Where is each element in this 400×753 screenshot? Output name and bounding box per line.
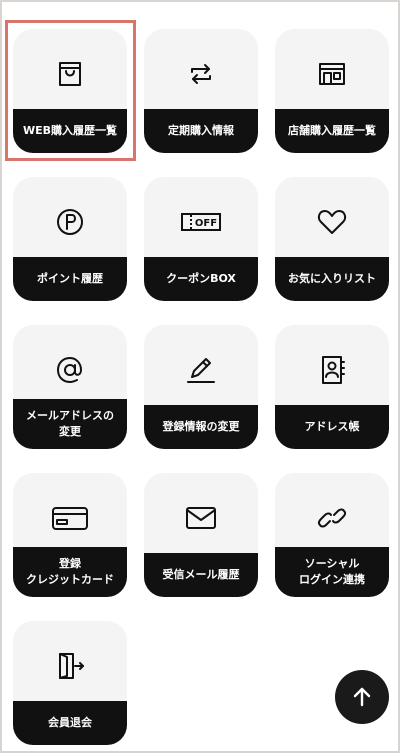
- menu-tile-change-email[interactable]: メールアドレスの 変更: [13, 325, 127, 449]
- menu-tile-label: 受信メール履歴: [144, 553, 258, 597]
- menu-tile-address-book[interactable]: アドレス帳: [275, 325, 389, 449]
- menu-tile-point-history[interactable]: ポイント履歴: [13, 177, 127, 301]
- menu-tile-label: 登録 クレジットカード: [13, 547, 127, 597]
- address-book-icon: [275, 353, 389, 387]
- mypage-menu-grid: WEB購入履歴一覧 定期購入情報 店舗購入履歴一覧 ポイント履歴 OFF クーポ…: [0, 0, 400, 753]
- menu-tile-label: お気に入りリスト: [275, 257, 389, 301]
- back-to-top-button[interactable]: [335, 670, 389, 724]
- menu-tile-label: 店舗購入履歴一覧: [275, 109, 389, 153]
- menu-tile-label: クーポンBOX: [144, 257, 258, 301]
- arrow-up-icon: [353, 687, 371, 707]
- menu-tile-label: アドレス帳: [275, 405, 389, 449]
- store-icon: [275, 57, 389, 91]
- exit-door-icon: [13, 649, 127, 683]
- point-icon: [13, 205, 127, 239]
- menu-tile-coupon-box[interactable]: OFF クーポンBOX: [144, 177, 258, 301]
- envelope-icon: [144, 501, 258, 535]
- coupon-off-text: OFF: [195, 218, 217, 229]
- link-icon: [275, 501, 389, 535]
- menu-tile-label: 登録情報の変更: [144, 405, 258, 449]
- menu-tile-store-purchase-history[interactable]: 店舗購入履歴一覧: [275, 29, 389, 153]
- menu-tile-withdraw[interactable]: 会員退会: [13, 621, 127, 745]
- menu-tile-subscription[interactable]: 定期購入情報: [144, 29, 258, 153]
- shopping-bag-icon: [13, 57, 127, 91]
- menu-tile-label: メールアドレスの 変更: [13, 399, 127, 449]
- menu-tile-credit-card[interactable]: 登録 クレジットカード: [13, 473, 127, 597]
- menu-tile-change-registration[interactable]: 登録情報の変更: [144, 325, 258, 449]
- menu-tile-social-login[interactable]: ソーシャル ログイン連携: [275, 473, 389, 597]
- menu-tile-label: 会員退会: [13, 701, 127, 745]
- pencil-icon: [144, 353, 258, 387]
- menu-tile-label: 定期購入情報: [144, 109, 258, 153]
- repeat-icon: [144, 57, 258, 91]
- at-icon: [13, 353, 127, 387]
- menu-tile-web-purchase-history[interactable]: WEB購入履歴一覧: [13, 29, 127, 153]
- credit-card-icon: [13, 501, 127, 535]
- menu-tile-label: WEB購入履歴一覧: [13, 109, 127, 153]
- heart-icon: [275, 205, 389, 239]
- menu-tile-label: ソーシャル ログイン連携: [275, 547, 389, 597]
- menu-tile-label: ポイント履歴: [13, 257, 127, 301]
- menu-tile-favorites[interactable]: お気に入りリスト: [275, 177, 389, 301]
- coupon-icon: OFF: [144, 205, 258, 239]
- menu-tile-received-mail[interactable]: 受信メール履歴: [144, 473, 258, 597]
